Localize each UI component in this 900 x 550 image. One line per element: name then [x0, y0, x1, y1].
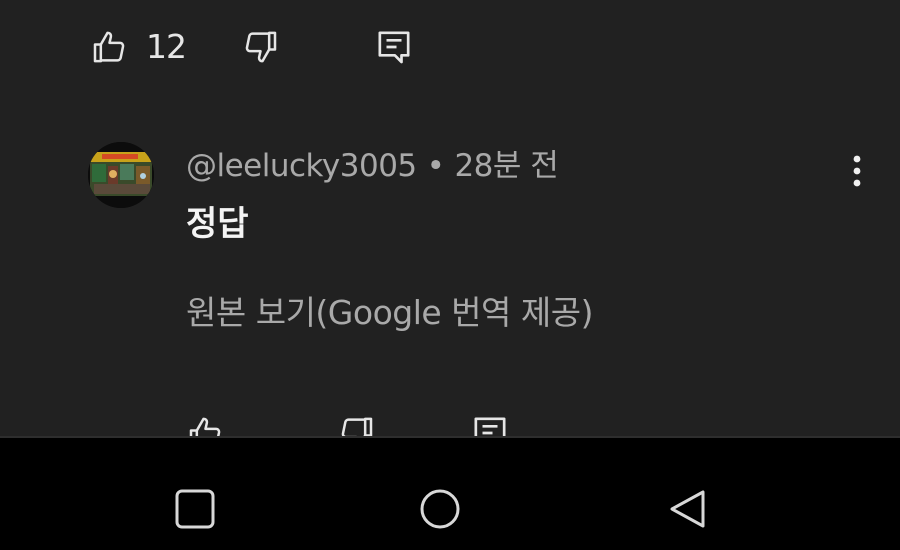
comment-list[interactable]: 12 @leelucky3005 • 28분 전 정답 원본 보기(Google…: [0, 0, 900, 436]
home-button[interactable]: [415, 486, 465, 536]
recents-button[interactable]: [170, 486, 220, 536]
comment-time[interactable]: 28분 전: [454, 148, 558, 184]
comment-icon: [470, 413, 510, 436]
triangle-back-icon: [665, 487, 709, 535]
back-button[interactable]: [662, 486, 712, 536]
reply-button[interactable]: [372, 22, 416, 72]
comment-text: 정답: [186, 204, 249, 244]
thumbs-up-icon: [186, 413, 226, 436]
previous-comment-actions: 12: [0, 22, 900, 72]
like-count: 12: [146, 27, 187, 66]
thumbs-down-icon: [336, 413, 376, 436]
view-original-link[interactable]: 원본 보기(Google 번역 제공): [186, 288, 593, 338]
navigation-bar: [0, 436, 900, 550]
dislike-button[interactable]: [238, 22, 282, 72]
more-options-button[interactable]: [836, 150, 878, 196]
comment-author[interactable]: @leelucky3005: [186, 148, 417, 184]
more-vertical-icon: [851, 153, 863, 193]
thumbs-up-icon: [90, 27, 130, 67]
comment-actions: [0, 408, 900, 436]
navbar-divider: [0, 436, 900, 438]
like-button-comment[interactable]: [184, 408, 228, 436]
comment-icon: [374, 27, 414, 67]
thumbs-down-icon: [240, 27, 280, 67]
dislike-button-comment[interactable]: [334, 408, 378, 436]
screen: 12 @leelucky3005 • 28분 전 정답 원본 보기(Google…: [0, 0, 900, 550]
user-avatar[interactable]: [88, 142, 154, 208]
circle-icon: [418, 487, 462, 535]
like-button[interactable]: [88, 22, 132, 72]
comment-header: @leelucky3005 • 28분 전: [186, 143, 559, 189]
square-icon: [173, 487, 217, 535]
reply-button-comment[interactable]: [468, 408, 512, 436]
header-separator: •: [426, 148, 445, 184]
